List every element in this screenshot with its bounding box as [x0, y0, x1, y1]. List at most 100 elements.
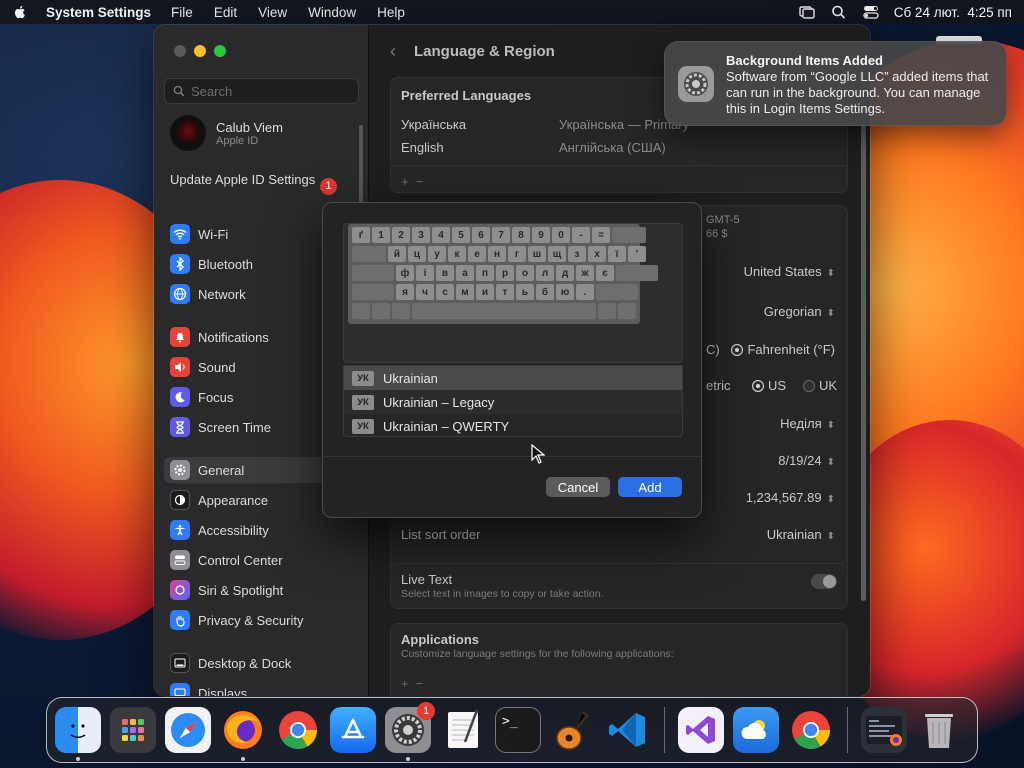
add-button[interactable]: Add — [618, 477, 682, 497]
screen-mirroring-icon[interactable] — [798, 4, 816, 20]
input-source-item[interactable]: УК Ukrainian – Legacy — [344, 390, 682, 414]
sidebar-item-desktop-dock[interactable]: Desktop & Dock — [164, 650, 359, 676]
keyboard-key-blank — [598, 303, 616, 319]
dock-textedit-icon[interactable] — [440, 707, 486, 753]
sidebar-item-displays[interactable]: Displays — [164, 680, 359, 696]
add-remove-language-buttons[interactable]: + − — [391, 165, 847, 197]
dock-trash-icon[interactable] — [916, 707, 962, 753]
appearance-icon — [170, 490, 190, 510]
close-window-button[interactable] — [174, 45, 186, 57]
sidebar-search-field[interactable]: Search — [164, 78, 359, 104]
dock-visual-studio-icon[interactable] — [678, 707, 724, 753]
date-format-value: 8/19/24 — [778, 453, 822, 468]
settings-gear-icon — [678, 66, 714, 102]
keyboard-key: б — [536, 284, 554, 300]
date-format-popup[interactable]: 8/19/24 ⬍ — [778, 453, 835, 468]
spotlight-search-icon[interactable] — [830, 4, 848, 20]
menu-file[interactable]: File — [171, 5, 193, 20]
calendar-popup[interactable]: Gregorian ⬍ — [764, 304, 835, 319]
stepper-icon: ⬍ — [826, 531, 835, 542]
apple-logo-icon[interactable] — [12, 4, 28, 20]
search-placeholder: Search — [191, 83, 233, 99]
applications-title: Applications — [401, 632, 480, 647]
sidebar-item-label: Wi-Fi — [198, 226, 229, 242]
menu-window[interactable]: Window — [308, 5, 356, 20]
metric-option-fragment[interactable]: etric — [706, 378, 731, 393]
user-name: Calub Viem — [216, 119, 283, 135]
keyboard-key: й — [388, 246, 406, 262]
dock-app-store-icon[interactable] — [330, 707, 376, 753]
speaker-icon — [170, 357, 190, 377]
keyboard-key-blank — [596, 284, 638, 300]
celsius-option-fragment[interactable]: C) — [706, 342, 720, 357]
language-row[interactable]: English Англійська (США) — [391, 136, 847, 159]
menu-clock[interactable]: Сб 24 лют. 4:25 пп — [894, 5, 1012, 20]
layout-name: Ukrainian – Legacy — [383, 394, 495, 410]
background-items-notification[interactable]: Background Items Added Software from “Go… — [664, 41, 1007, 126]
dock-vscode-icon[interactable] — [605, 707, 651, 753]
menu-app-name[interactable]: System Settings — [46, 5, 151, 20]
dock-weather-icon[interactable] — [733, 707, 779, 753]
keyboard-key: к — [448, 246, 466, 262]
region-popup[interactable]: United States ⬍ — [744, 264, 835, 279]
first-day-popup[interactable]: Неділя ⬍ — [780, 416, 835, 431]
hourglass-icon — [170, 417, 190, 437]
sidebar-item-label: Privacy & Security — [198, 612, 304, 628]
live-text-group: Live Text Select text in images to copy … — [390, 563, 848, 609]
keyboard-key: п — [476, 265, 494, 281]
keyboard-key: л — [536, 265, 554, 281]
keyboard-key-blank — [618, 303, 636, 319]
stepper-icon: ⬍ — [826, 308, 835, 319]
terminal-prompt: >_ — [502, 714, 518, 729]
menu-help[interactable]: Help — [377, 5, 405, 20]
stepper-icon: ⬍ — [826, 268, 835, 279]
keyboard-key: = — [592, 227, 610, 243]
sidebar-item-siri-spotlight[interactable]: Siri & Spotlight — [164, 577, 359, 603]
apple-id-account[interactable]: Calub Viem Apple ID — [170, 115, 283, 151]
minimize-window-button[interactable] — [194, 45, 206, 57]
menu-view[interactable]: View — [258, 5, 287, 20]
applications-description: Customize language settings for the foll… — [401, 648, 674, 660]
list-sort-value: Ukrainian — [766, 527, 822, 542]
menu-edit[interactable]: Edit — [214, 5, 237, 20]
keyboard-key: г — [508, 246, 526, 262]
zoom-window-button[interactable] — [214, 45, 226, 57]
uk-option[interactable]: UK — [803, 378, 837, 393]
dock-terminal-icon[interactable]: >_ — [495, 707, 541, 753]
number-format-popup[interactable]: 1,234,567.89 ⬍ — [746, 490, 835, 505]
keyboard-key: 3 — [412, 227, 430, 243]
cancel-button[interactable]: Cancel — [546, 477, 610, 497]
page-title: Language & Region — [414, 43, 555, 60]
dock-garageband-icon[interactable] — [550, 707, 596, 753]
dock-finder-icon[interactable] — [55, 707, 101, 761]
dock-firefox-icon[interactable] — [220, 707, 266, 761]
sidebar-item-control-center[interactable]: Control Center — [164, 547, 359, 573]
uk-label: UK — [819, 378, 838, 393]
dock-launchpad-icon[interactable] — [110, 707, 156, 753]
keyboard-key: е — [468, 246, 486, 262]
list-sort-popup[interactable]: Ukrainian ⬍ — [767, 527, 835, 542]
sidebar-item-accessibility[interactable]: Accessibility — [164, 517, 359, 543]
sidebar-item-privacy-security[interactable]: Privacy & Security — [164, 607, 359, 633]
dock-downloads-stack-icon[interactable] — [861, 707, 907, 753]
dock-chrome-icon[interactable] — [275, 707, 321, 753]
live-text-description: Select text in images to copy or take ac… — [401, 588, 604, 600]
running-indicator — [241, 757, 245, 761]
control-center-icon[interactable] — [862, 4, 880, 20]
us-option[interactable]: US — [752, 378, 786, 393]
menu-bar: System Settings File Edit View Window He… — [0, 0, 1024, 24]
live-text-toggle[interactable] — [811, 574, 837, 589]
fahrenheit-option[interactable]: Fahrenheit (°F) — [731, 342, 835, 357]
us-label: US — [768, 378, 787, 393]
dock-safari-icon[interactable] — [165, 707, 211, 753]
input-source-item[interactable]: УК Ukrainian — [344, 366, 682, 390]
dock-system-settings-icon[interactable]: 1 — [385, 702, 435, 761]
keyboard-key: ц — [408, 246, 426, 262]
input-source-item[interactable]: УК Ukrainian – QWERTY — [344, 414, 682, 436]
add-remove-application-buttons[interactable]: + − — [401, 676, 423, 691]
back-button[interactable]: ‹ — [390, 41, 396, 62]
dock-chrome-icon-2[interactable] — [788, 707, 834, 753]
keyboard-key: 0 — [552, 227, 570, 243]
search-icon — [173, 85, 185, 97]
content-scrollbar[interactable] — [861, 123, 866, 601]
